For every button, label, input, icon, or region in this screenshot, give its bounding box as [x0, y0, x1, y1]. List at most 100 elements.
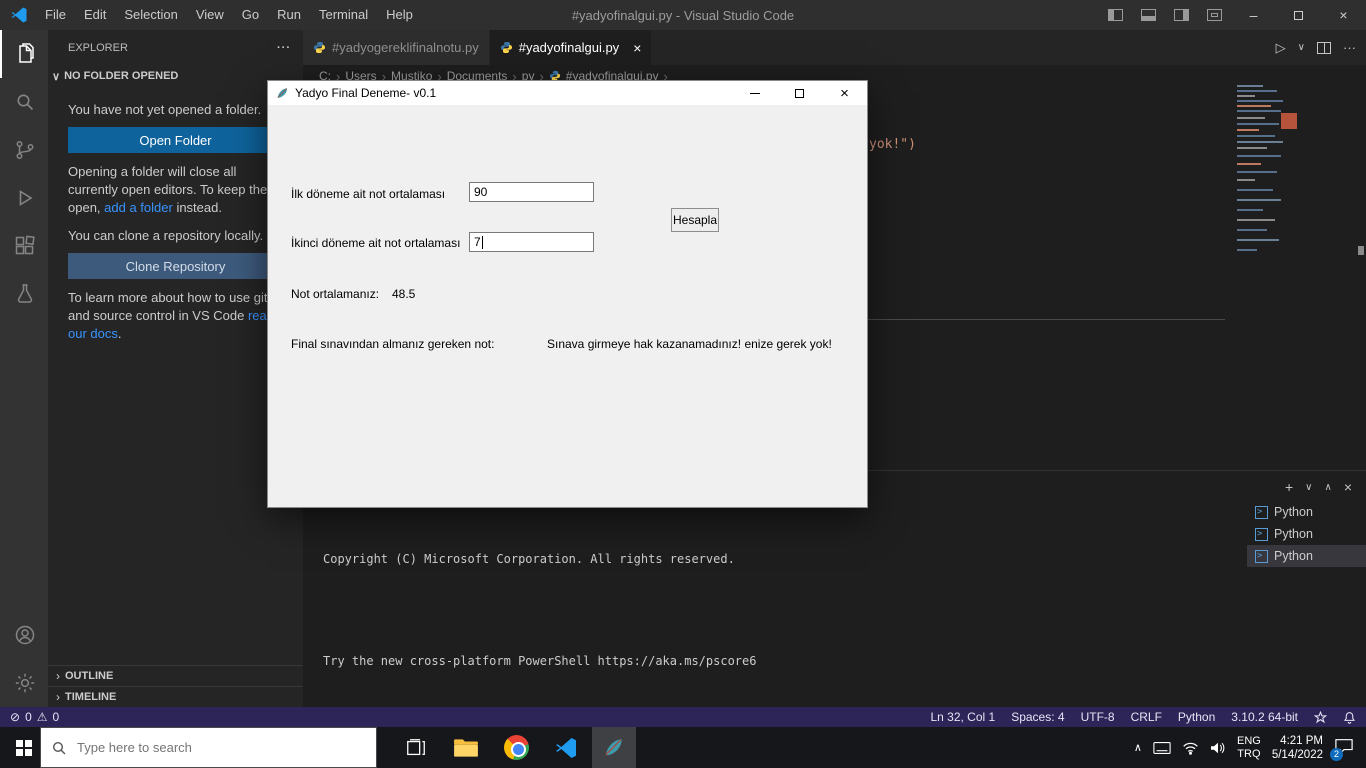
- taskbar-search-input[interactable]: [77, 740, 376, 755]
- outline-section-header[interactable]: › OUTLINE: [48, 665, 303, 686]
- terminal-instance-python-1[interactable]: > Python: [1247, 501, 1366, 523]
- status-bar: ⊘ 0 ⚠ 0 Ln 32, Col 1 Spaces: 4 UTF-8 CRL…: [0, 707, 1366, 727]
- editor-code-fragment: yok!"): [869, 137, 916, 152]
- volume-icon[interactable]: [1210, 741, 1226, 755]
- window-maximize-button[interactable]: [1276, 0, 1321, 30]
- sidebar-more-actions-icon[interactable]: ···: [277, 42, 291, 54]
- clone-repository-button[interactable]: Clone Repository: [68, 253, 283, 279]
- tray-show-hidden-icons[interactable]: ∧: [1134, 741, 1142, 754]
- learn-text-1: To learn more about how to use git and s…: [68, 290, 268, 323]
- timeline-section-title: TIMELINE: [65, 691, 117, 703]
- python-tk-app-button[interactable]: [592, 727, 636, 768]
- taskbar-search[interactable]: [40, 727, 377, 768]
- notifications-bell-icon[interactable]: [1343, 711, 1356, 724]
- source-control-icon: [16, 141, 34, 159]
- python-interpreter-status[interactable]: 3.10.2 64-bit: [1231, 710, 1298, 724]
- terminal-icon: >: [1255, 549, 1268, 563]
- network-icon[interactable]: [1182, 741, 1199, 755]
- search-icon: [17, 94, 34, 111]
- new-terminal-icon[interactable]: +: [1285, 479, 1293, 495]
- activity-source-control[interactable]: [0, 126, 48, 174]
- language-mode-status[interactable]: Python: [1178, 710, 1215, 724]
- tk-feather-icon: [277, 87, 287, 98]
- indentation-status[interactable]: Spaces: 4: [1011, 710, 1064, 724]
- vscode-button[interactable]: [544, 727, 588, 768]
- vscode-icon: [556, 737, 576, 758]
- file-explorer-icon: [454, 738, 478, 757]
- menu-selection[interactable]: Selection: [115, 0, 186, 30]
- errors-count: 0: [25, 710, 32, 724]
- activity-explorer[interactable]: [0, 30, 48, 78]
- eol-status[interactable]: CRLF: [1131, 710, 1162, 724]
- scrollbar-marker[interactable]: [1358, 246, 1364, 255]
- windows-logo-icon: [16, 739, 32, 756]
- activity-accounts[interactable]: [0, 611, 48, 659]
- language-indicator[interactable]: ENG TRQ: [1237, 735, 1261, 761]
- taskbar-clock[interactable]: 4:21 PM 5/14/2022: [1272, 734, 1323, 762]
- vscode-logo-icon: [11, 7, 27, 23]
- activity-settings[interactable]: [0, 659, 48, 707]
- terminal-dropdown-icon[interactable]: ∨: [1305, 482, 1312, 493]
- cursor-position-status[interactable]: Ln 32, Col 1: [930, 710, 995, 724]
- final-grade-label: Final sınavından almanız gereken not:: [291, 337, 495, 351]
- action-center-button[interactable]: 2: [1330, 737, 1356, 761]
- tk-close-button[interactable]: ×: [822, 81, 867, 105]
- menu-help[interactable]: Help: [377, 0, 422, 30]
- window-close-button[interactable]: ×: [1321, 0, 1366, 30]
- menu-file[interactable]: File: [36, 0, 75, 30]
- menu-run[interactable]: Run: [268, 0, 310, 30]
- task-view-button[interactable]: [394, 727, 438, 768]
- toggle-sidebar-icon[interactable]: [1108, 9, 1123, 21]
- tab-close-icon[interactable]: ×: [633, 40, 641, 56]
- tk-minimize-button[interactable]: [732, 81, 777, 105]
- terminal-instance-python-3[interactable]: > Python: [1247, 545, 1366, 567]
- problems-status[interactable]: ⊘ 0 ⚠ 0: [0, 710, 59, 724]
- tk-titlebar[interactable]: Yadyo Final Deneme- v0.1 ×: [268, 81, 867, 105]
- timeline-section-header[interactable]: › TIMELINE: [48, 686, 303, 707]
- activity-search[interactable]: [0, 78, 48, 126]
- feedback-icon[interactable]: [1314, 710, 1327, 724]
- customize-layout-icon[interactable]: [1207, 9, 1222, 21]
- first-term-entry-value: 90: [474, 185, 488, 199]
- tab-yadyogereklifinalnotu[interactable]: #yadyogereklifinalnotu.py: [303, 30, 490, 65]
- learn-text-2: .: [117, 326, 122, 341]
- minimize-icon: [749, 92, 760, 94]
- clone-text: You can clone a repository locally.: [68, 228, 264, 243]
- chrome-button[interactable]: [494, 727, 538, 768]
- toggle-panel-icon[interactable]: [1141, 9, 1156, 21]
- open-folder-button[interactable]: Open Folder: [68, 127, 283, 153]
- terminal-instance-label: Python: [1274, 527, 1313, 541]
- menu-go[interactable]: Go: [233, 0, 268, 30]
- close-panel-icon[interactable]: ×: [1344, 479, 1352, 495]
- menu-edit[interactable]: Edit: [75, 0, 115, 30]
- encoding-status[interactable]: UTF-8: [1081, 710, 1115, 724]
- second-term-entry-value: 7: [474, 235, 481, 249]
- touch-keyboard-icon[interactable]: [1153, 741, 1171, 755]
- activity-run-debug[interactable]: [0, 174, 48, 222]
- no-folder-section-header[interactable]: ∨ NO FOLDER OPENED: [48, 65, 303, 87]
- maximize-icon: [795, 88, 804, 98]
- terminal-instance-python-2[interactable]: > Python: [1247, 523, 1366, 545]
- file-explorer-button[interactable]: [444, 727, 488, 768]
- second-term-entry[interactable]: 7: [469, 232, 594, 252]
- editor-more-actions-icon[interactable]: ···: [1343, 40, 1356, 55]
- hesapla-button[interactable]: Hesapla: [671, 208, 719, 232]
- language-code: ENG: [1236, 734, 1261, 747]
- menu-terminal[interactable]: Terminal: [310, 0, 377, 30]
- run-dropdown-icon[interactable]: ∨: [1298, 42, 1305, 53]
- maximize-icon: [1294, 10, 1303, 20]
- first-term-entry[interactable]: 90: [469, 182, 594, 202]
- minimap[interactable]: [1237, 85, 1301, 280]
- tk-maximize-button[interactable]: [777, 81, 822, 105]
- activity-extensions[interactable]: [0, 222, 48, 270]
- maximize-panel-icon[interactable]: ∧: [1324, 482, 1331, 493]
- window-minimize-button[interactable]: –: [1231, 0, 1276, 30]
- menu-view[interactable]: View: [187, 0, 233, 30]
- add-folder-link[interactable]: add a folder: [104, 200, 173, 215]
- toggle-secondary-sidebar-icon[interactable]: [1174, 9, 1189, 21]
- split-editor-icon[interactable]: [1317, 41, 1331, 54]
- tk-app-window[interactable]: Yadyo Final Deneme- v0.1 × İlk döneme ai…: [267, 80, 868, 508]
- activity-testing[interactable]: [0, 270, 48, 318]
- run-python-file-button[interactable]: ▷: [1276, 40, 1286, 56]
- tab-yadyofinalgui[interactable]: #yadyofinalgui.py ×: [489, 30, 653, 65]
